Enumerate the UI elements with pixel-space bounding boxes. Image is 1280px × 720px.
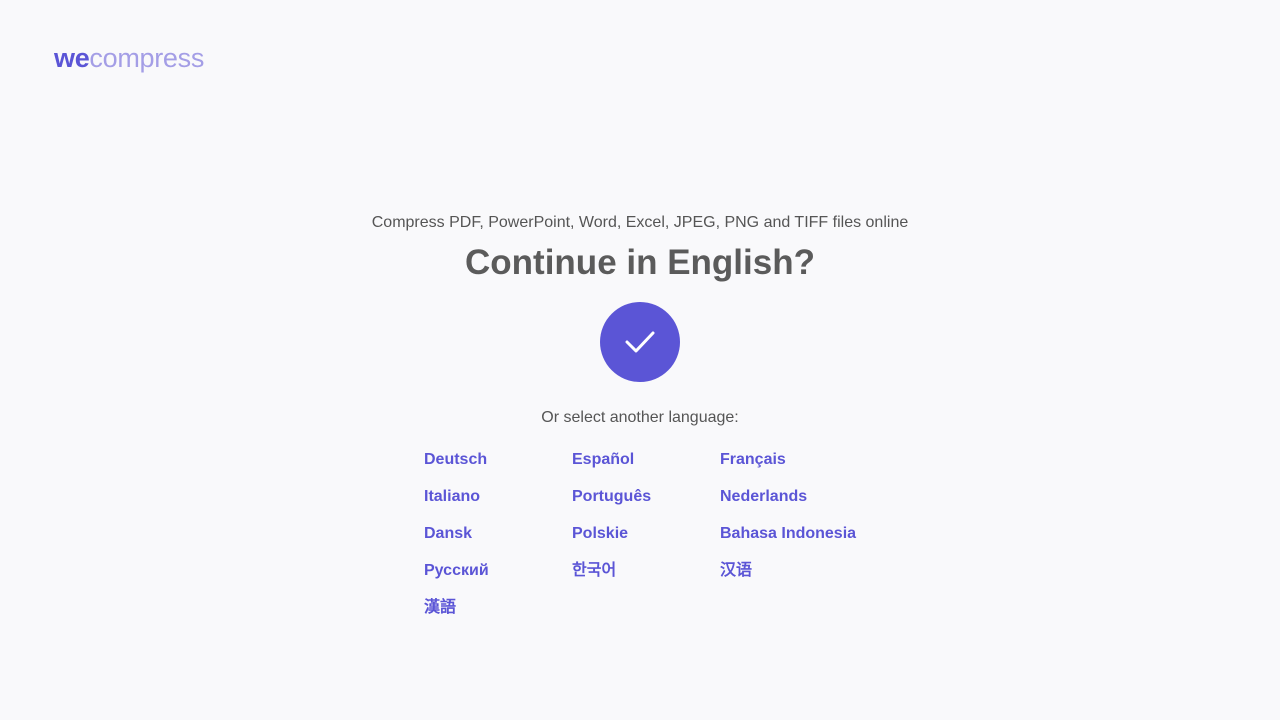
language-link-korean[interactable]: 한국어 bbox=[572, 561, 720, 598]
wecompress-logo[interactable]: wecompress bbox=[54, 40, 204, 76]
language-list: Deutsch Español Français Italiano Portug… bbox=[424, 450, 880, 635]
language-link-deutsch[interactable]: Deutsch bbox=[424, 450, 572, 487]
checkmark-icon bbox=[625, 331, 655, 353]
language-link-russian[interactable]: Русский bbox=[424, 561, 572, 598]
language-link-simplified-chinese[interactable]: 汉语 bbox=[720, 561, 880, 598]
language-link-dansk[interactable]: Dansk bbox=[424, 524, 572, 561]
language-link-espanol[interactable]: Español bbox=[572, 450, 720, 487]
confirm-english-button[interactable] bbox=[600, 302, 680, 382]
language-link-traditional-chinese[interactable]: 漢語 bbox=[424, 598, 572, 635]
select-language-prompt: Or select another language: bbox=[541, 409, 739, 426]
language-link-bahasa-indonesia[interactable]: Bahasa Indonesia bbox=[720, 524, 880, 561]
language-link-italiano[interactable]: Italiano bbox=[424, 487, 572, 524]
language-link-francais[interactable]: Français bbox=[720, 450, 880, 487]
language-link-nederlands[interactable]: Nederlands bbox=[720, 487, 880, 524]
language-link-polskie[interactable]: Polskie bbox=[572, 524, 720, 561]
page-title: Continue in English? bbox=[465, 243, 815, 282]
language-link-portugues[interactable]: Português bbox=[572, 487, 720, 524]
logo-compress: compress bbox=[89, 43, 205, 73]
logo-we: we bbox=[54, 43, 90, 73]
tagline: Compress PDF, PowerPoint, Word, Excel, J… bbox=[371, 214, 909, 231]
